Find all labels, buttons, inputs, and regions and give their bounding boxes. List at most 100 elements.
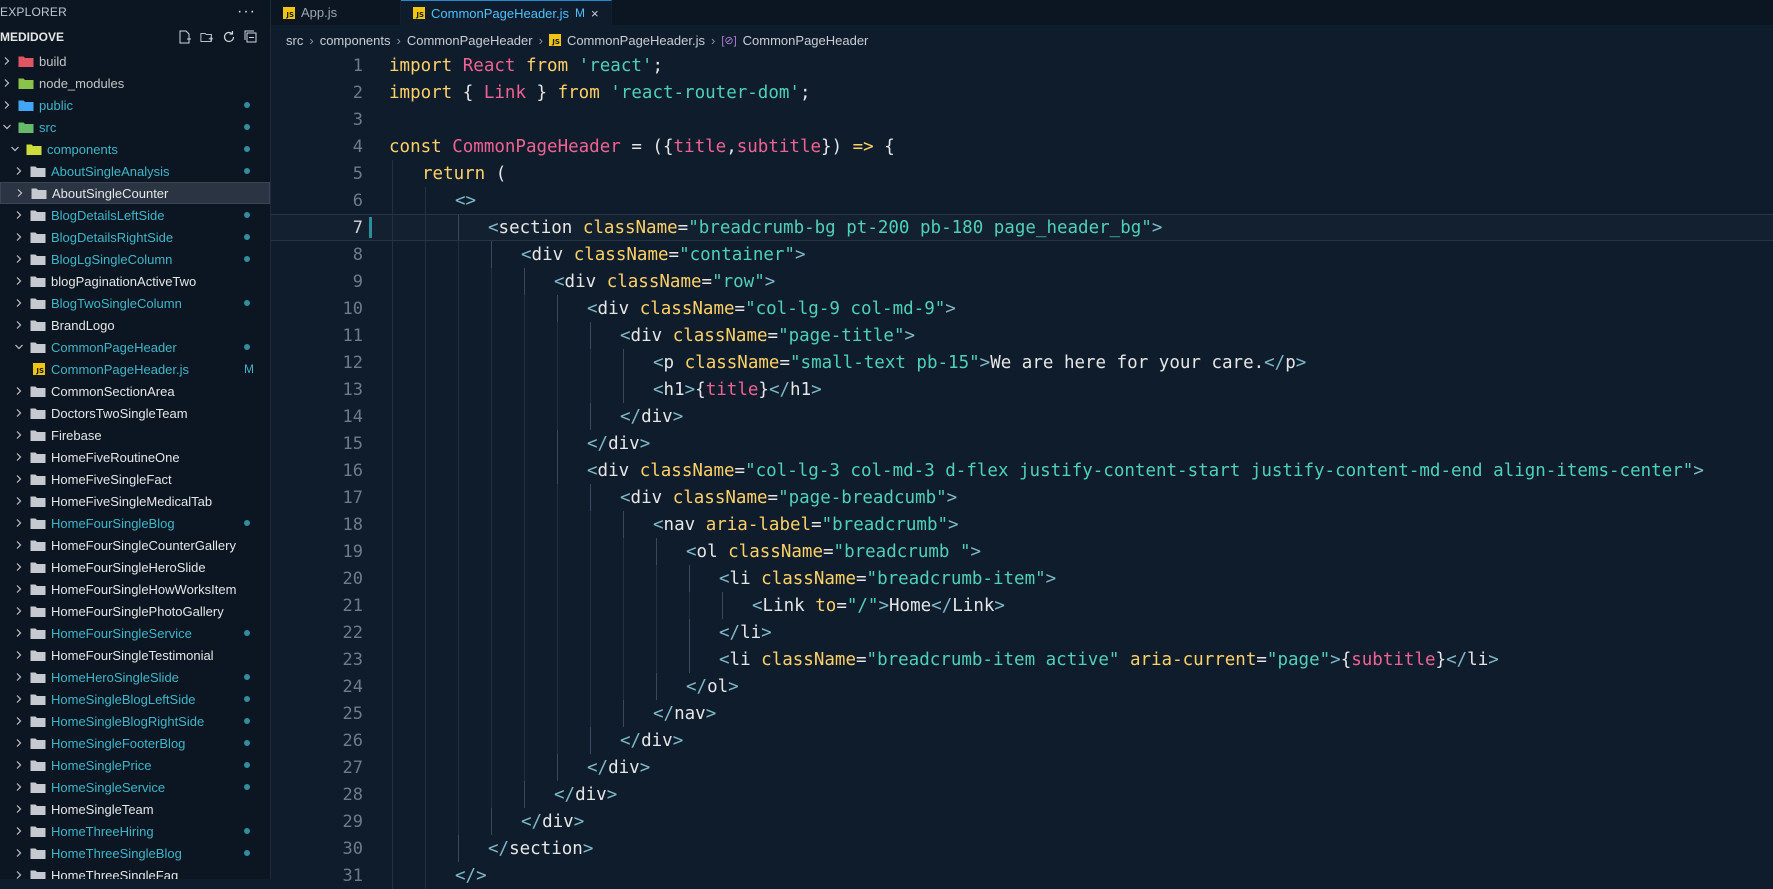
code-line[interactable]: 10 <div className="col-lg-9 col-md-9"> [271, 295, 1773, 322]
chevron-right-icon[interactable] [12, 870, 26, 879]
tree-item-homethreesinglefaq[interactable]: HomeThreeSingleFaq [0, 864, 270, 879]
code-line[interactable]: 13 <h1>{title}</h1> [271, 376, 1773, 403]
code-line[interactable]: 5 return ( [271, 160, 1773, 187]
chevron-right-icon[interactable] [12, 386, 26, 396]
breadcrumb-item[interactable]: CommonPageHeader [407, 33, 533, 48]
code-line[interactable]: 24 </ol> [271, 673, 1773, 700]
code-line[interactable]: 31 </> [271, 862, 1773, 889]
chevron-right-icon[interactable] [12, 408, 26, 418]
chevron-right-icon[interactable] [12, 738, 26, 748]
chevron-right-icon[interactable] [12, 782, 26, 792]
chevron-right-icon[interactable] [12, 584, 26, 594]
collapse-icon[interactable] [244, 30, 258, 44]
tree-item-firebase[interactable]: Firebase [0, 424, 270, 446]
chevron-right-icon[interactable] [12, 474, 26, 484]
chevron-down-icon[interactable] [8, 144, 22, 154]
tree-item-commonpageheader-js[interactable]: JS CommonPageHeader.js M [0, 358, 270, 380]
tree-item-homefoursingleheroslide[interactable]: HomeFourSingleHeroSlide [0, 556, 270, 578]
tree-item-homefivesinglemedicaltab[interactable]: HomeFiveSingleMedicalTab [0, 490, 270, 512]
tree-item-brandlogo[interactable]: BrandLogo [0, 314, 270, 336]
code-line[interactable]: 9 <div className="row"> [271, 268, 1773, 295]
chevron-right-icon[interactable] [0, 100, 14, 110]
code-line[interactable]: 4 const CommonPageHeader = ({title,subtit… [271, 133, 1773, 160]
tree-item-homesingleteam[interactable]: HomeSingleTeam [0, 798, 270, 820]
code-line[interactable]: 27 </div> [271, 754, 1773, 781]
tree-item-aboutsingleanalysis[interactable]: AboutSingleAnalysis [0, 160, 270, 182]
code-line[interactable]: 28 </div> [271, 781, 1773, 808]
code-line[interactable]: 6 <> [271, 187, 1773, 214]
tree-item-components[interactable]: components [0, 138, 270, 160]
code-line[interactable]: 30 </section> [271, 835, 1773, 862]
tree-item-homesingleblogrightside[interactable]: HomeSingleBlogRightSide [0, 710, 270, 732]
breadcrumb-item[interactable]: src [286, 33, 303, 48]
tree-item-blogtwosinglecolumn[interactable]: BlogTwoSingleColumn [0, 292, 270, 314]
chevron-right-icon[interactable] [12, 518, 26, 528]
code-line[interactable]: 19 <ol className="breadcrumb "> [271, 538, 1773, 565]
chevron-right-icon[interactable] [12, 320, 26, 330]
tree-item-blogdetailsrightside[interactable]: BlogDetailsRightSide [0, 226, 270, 248]
code-line[interactable]: 8 <div className="container"> [271, 241, 1773, 268]
chevron-right-icon[interactable] [12, 166, 26, 176]
code-line[interactable]: 3 [271, 106, 1773, 133]
chevron-right-icon[interactable] [12, 496, 26, 506]
chevron-right-icon[interactable] [0, 78, 14, 88]
tree-item-build[interactable]: build [0, 50, 270, 72]
chevron-right-icon[interactable] [12, 562, 26, 572]
chevron-right-icon[interactable] [12, 650, 26, 660]
ellipsis-icon[interactable]: ··· [237, 3, 256, 21]
chevron-right-icon[interactable] [12, 826, 26, 836]
tree-item-homeherosingleslide[interactable]: HomeHeroSingleSlide [0, 666, 270, 688]
tree-item-homefoursingletestimonial[interactable]: HomeFourSingleTestimonial [0, 644, 270, 666]
tree-item-homesingleservice[interactable]: HomeSingleService [0, 776, 270, 798]
chevron-right-icon[interactable] [0, 56, 14, 66]
new-folder-icon[interactable] [200, 30, 214, 44]
code-line[interactable]: 25 </nav> [271, 700, 1773, 727]
chevron-right-icon[interactable] [12, 276, 26, 286]
code-line[interactable]: 15 </div> [271, 430, 1773, 457]
tree-item-aboutsinglecounter[interactable]: AboutSingleCounter [0, 182, 270, 204]
tree-item-homefoursinglephotogallery[interactable]: HomeFourSinglePhotoGallery [0, 600, 270, 622]
tree-item-homefiveroutineone[interactable]: HomeFiveRoutineOne [0, 446, 270, 468]
chevron-right-icon[interactable] [12, 716, 26, 726]
chevron-right-icon[interactable] [12, 232, 26, 242]
refresh-icon[interactable] [222, 30, 236, 44]
chevron-right-icon[interactable] [12, 540, 26, 550]
tab-app-js[interactable]: JS App.js [271, 0, 401, 25]
breadcrumb-item[interactable]: CommonPageHeader.js [567, 33, 705, 48]
tree-item-bloglgsinglecolumn[interactable]: BlogLgSingleColumn [0, 248, 270, 270]
tree-item-homesingleprice[interactable]: HomeSinglePrice [0, 754, 270, 776]
tree-item-homefoursingleservice[interactable]: HomeFourSingleService [0, 622, 270, 644]
breadcrumb-item[interactable]: CommonPageHeader [743, 33, 869, 48]
code-line[interactable]: 18 <nav aria-label="breadcrumb"> [271, 511, 1773, 538]
code-line[interactable]: 11 <div className="page-title"> [271, 322, 1773, 349]
code-line[interactable]: 21 <Link to="/">Home</Link> [271, 592, 1773, 619]
code-line[interactable]: 22 </li> [271, 619, 1773, 646]
chevron-right-icon[interactable] [12, 452, 26, 462]
chevron-right-icon[interactable] [12, 606, 26, 616]
chevron-right-icon[interactable] [12, 804, 26, 814]
close-icon[interactable]: × [591, 6, 599, 21]
chevron-right-icon[interactable] [12, 430, 26, 440]
code-line[interactable]: 20 <li className="breadcrumb-item"> [271, 565, 1773, 592]
project-root[interactable]: MEDIDOVE [0, 24, 270, 50]
chevron-down-icon[interactable] [12, 342, 26, 352]
tree-item-commonsectionarea[interactable]: CommonSectionArea [0, 380, 270, 402]
code-editor[interactable]: 1 import React from 'react'; 2 import { Lin… [271, 52, 1773, 889]
tree-item-homethreehiring[interactable]: HomeThreeHiring [0, 820, 270, 842]
new-file-icon[interactable] [178, 30, 192, 44]
tree-item-blogdetailsleftside[interactable]: BlogDetailsLeftSide [0, 204, 270, 226]
chevron-right-icon[interactable] [12, 760, 26, 770]
chevron-right-icon[interactable] [12, 694, 26, 704]
tree-item-blogpaginationactivetwo[interactable]: blogPaginationActiveTwo [0, 270, 270, 292]
chevron-down-icon[interactable] [0, 122, 14, 132]
tree-item-src[interactable]: src [0, 116, 270, 138]
chevron-right-icon[interactable] [12, 628, 26, 638]
breadcrumb-item[interactable]: components [320, 33, 391, 48]
tree-item-commonpageheader[interactable]: CommonPageHeader [0, 336, 270, 358]
code-line[interactable]: 16 <div className="col-lg-3 col-md-3 d-fl… [271, 457, 1773, 484]
chevron-right-icon[interactable] [13, 188, 27, 198]
tab-commonpageheader-js[interactable]: JS CommonPageHeader.js M × [401, 0, 612, 25]
tree-item-doctorstwosingleteam[interactable]: DoctorsTwoSingleTeam [0, 402, 270, 424]
code-line[interactable]: 1 import React from 'react'; [271, 52, 1773, 79]
code-line[interactable]: 12 <p className="small-text pb-15">We are… [271, 349, 1773, 376]
